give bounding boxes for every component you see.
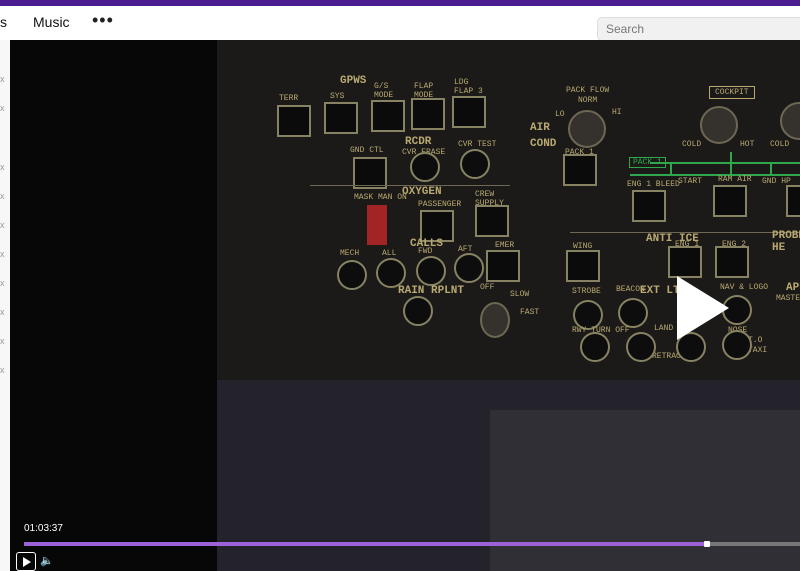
cvr-test-button[interactable] [460, 149, 490, 179]
close-icon[interactable]: x [0, 74, 5, 84]
more-icon[interactable]: ••• [92, 10, 114, 31]
speaker-icon[interactable]: 🔈 [40, 554, 54, 567]
pack-1-switch[interactable] [563, 154, 597, 186]
close-icon[interactable]: x [0, 307, 5, 317]
apu-bleed-switch[interactable] [786, 185, 800, 217]
crew-supply-switch[interactable] [475, 205, 509, 237]
pack-flow-label: PACK FLOW [566, 86, 610, 95]
current-time: 01:03:37 [24, 523, 63, 534]
wiper-fast-label: FAST [520, 308, 540, 317]
lo-label: LO [555, 110, 565, 119]
terr-switch[interactable] [277, 105, 311, 137]
hot-label: HOT [740, 140, 755, 149]
close-icon[interactable]: x [0, 278, 5, 288]
progress-handle[interactable] [703, 541, 710, 547]
ldg-flap3-label: LDG FLAP 3 [454, 78, 483, 96]
cold-label: COLD [682, 140, 702, 149]
close-icon[interactable]: x [0, 103, 5, 113]
eng-1-bleed-label: ENG 1 BLEED [627, 180, 680, 189]
all-label: ALL [382, 249, 397, 258]
close-icon[interactable]: x [0, 365, 5, 375]
land-label: LAND [654, 324, 674, 333]
nav-item-truncated[interactable]: s [0, 14, 7, 30]
cockpit-temp-knob[interactable] [700, 106, 738, 144]
close-icon[interactable]: x [0, 336, 5, 346]
master-label: MASTER [776, 294, 800, 303]
progress-fill [24, 542, 707, 546]
mask-man-on-label: MASK MAN ON [354, 193, 407, 202]
bleed-line [630, 174, 800, 176]
top-nav: s Music ••• [0, 6, 800, 41]
bleed-line [730, 152, 732, 174]
play-overlay-icon[interactable] [677, 276, 729, 340]
flap-mode-switch[interactable] [411, 98, 445, 130]
pack-flow-knob[interactable] [568, 110, 606, 148]
ram-air-switch[interactable] [713, 185, 747, 217]
search-input[interactable] [597, 17, 800, 41]
beacon-label: BEACON [616, 285, 645, 294]
bleed-line [770, 162, 772, 176]
start-label: START [678, 177, 703, 186]
hi-label: HI [612, 108, 622, 117]
close-icon[interactable]: x [0, 249, 5, 259]
gnd-ctl-label: GND CTL [350, 146, 384, 155]
bleed-line [650, 162, 800, 164]
oxygen-label: OXYGEN [402, 186, 442, 198]
cvr-erase-button[interactable] [410, 152, 440, 182]
mech-label: MECH [340, 249, 360, 258]
fwd-call-button[interactable] [416, 256, 446, 286]
gpws-label: GPWS [340, 75, 367, 87]
cvr-test-label: CVR TEST [458, 140, 497, 149]
fwd-label: FWD [418, 247, 433, 256]
air-cond-label: AIR COND [530, 122, 556, 150]
terr-label: TERR [279, 94, 299, 103]
close-icon[interactable]: x [0, 220, 5, 230]
progress-bar[interactable] [24, 541, 800, 547]
cockpit-label: COCKPIT [709, 86, 755, 99]
gs-mode-label: G/S MODE [374, 82, 394, 100]
rcdr-label: RCDR [405, 136, 432, 148]
wing-anti-ice-switch[interactable] [566, 250, 600, 282]
mask-guard[interactable] [367, 205, 387, 245]
cold-label-2: COLD [770, 140, 790, 149]
nav-item-music[interactable]: Music [33, 14, 70, 30]
eng-1-bleed-switch[interactable] [632, 190, 666, 222]
video-player[interactable]: GPWS TERR SYS G/S MODE FLAP MODE LDG FLA… [10, 40, 800, 571]
land-left-knob[interactable] [626, 332, 656, 362]
wiper-off-label: OFF [480, 283, 495, 292]
ldg-flap3-switch[interactable] [452, 96, 486, 128]
close-icon[interactable]: x [0, 191, 5, 201]
play-button[interactable] [16, 552, 36, 571]
eng-2-anti-ice-switch[interactable] [715, 246, 749, 278]
bleed-line [670, 162, 672, 176]
gs-mode-switch[interactable] [371, 100, 405, 132]
wiper-slow-label: SLOW [510, 290, 530, 299]
eng-1-anti-ice-switch[interactable] [668, 246, 702, 278]
sys-switch[interactable] [324, 102, 358, 134]
aft-call-button[interactable] [454, 253, 484, 283]
ext-lt-label: EXT LT [640, 285, 680, 297]
wiper-knob[interactable] [480, 302, 510, 338]
beacon-knob[interactable] [618, 298, 648, 328]
rain-rplnt-button[interactable] [403, 296, 433, 326]
sys-label: SYS [330, 92, 345, 101]
mech-call-button[interactable] [337, 260, 367, 290]
panel-lower-area [490, 410, 800, 571]
probe-heat-label: PROBE/ HE [772, 230, 800, 254]
all-call-button[interactable] [376, 258, 406, 288]
emer-label: EMER [495, 241, 515, 250]
close-icon[interactable]: x [0, 162, 5, 172]
passenger-label: PASSENGER [418, 200, 462, 209]
rain-rplnt-label: RAIN RPLNT [398, 285, 465, 297]
rwy-turn-off-knob[interactable] [580, 332, 610, 362]
strobe-label: STROBE [572, 287, 601, 296]
norm-label: NORM [578, 96, 598, 105]
emer-call-switch[interactable] [486, 250, 520, 282]
apu-label: APU [786, 282, 800, 294]
ram-air-label: RAM AIR [718, 175, 752, 184]
